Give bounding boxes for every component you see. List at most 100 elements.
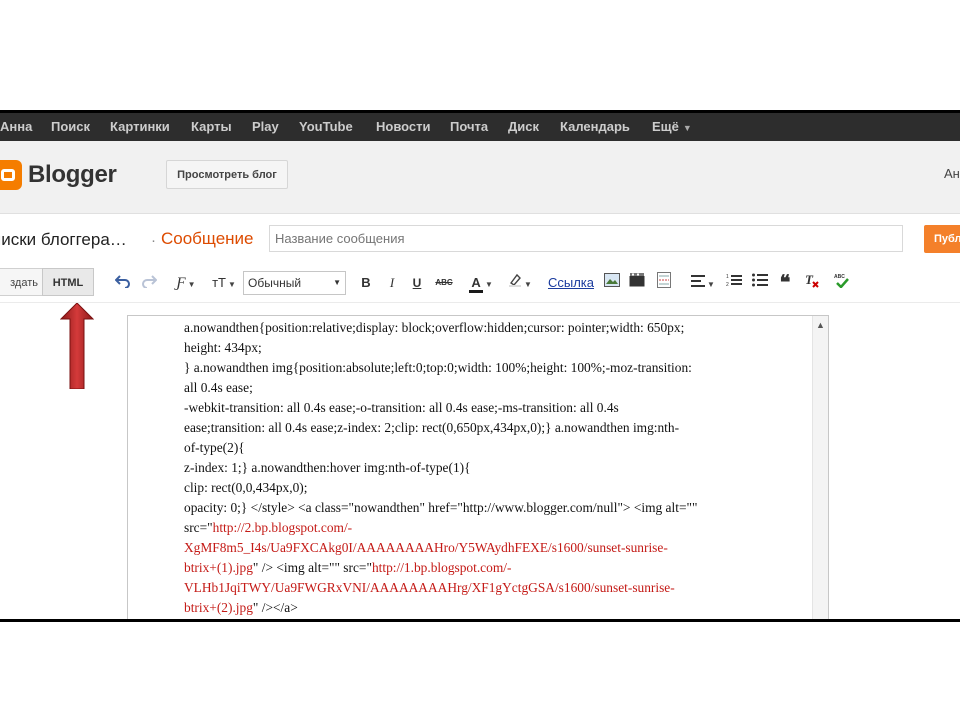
redo-icon[interactable] (140, 272, 158, 294)
svg-text:2: 2 (726, 282, 729, 287)
highlight-color-icon[interactable]: ▼ (504, 272, 536, 294)
code-line: XgMF8m5_I4s/Ua9FXCAkg0I/AAAAAAAAHro/Y5WA… (184, 538, 754, 558)
blogger-logo-icon[interactable] (0, 160, 22, 190)
code-line: of-type(2){ (184, 438, 754, 458)
svg-text:T: T (805, 272, 814, 287)
bulleted-list-icon[interactable] (751, 272, 769, 294)
view-blog-button[interactable]: Просмотреть блог (166, 160, 288, 189)
gbar-user[interactable]: Анна (0, 113, 32, 141)
chevron-down-icon: ▼ (707, 280, 715, 289)
jump-break-icon[interactable] (655, 272, 673, 294)
font-size-icon[interactable]: тT ▼ (208, 272, 240, 294)
compose-mode-button[interactable]: здать (0, 268, 42, 296)
html-mode-button[interactable]: HTML (42, 268, 94, 296)
gbar-youtube[interactable]: YouTube (299, 113, 353, 141)
gbar-search[interactable]: Поиск (51, 113, 90, 141)
code-line: src="http://2.bp.blogspot.com/- (184, 518, 754, 538)
editor-toolbar: здать HTML Ƒ ▼ тT ▼ Обычный ▼ B I U ABC A ▼… (0, 264, 960, 303)
svg-text:ABC: ABC (834, 274, 845, 280)
insert-video-icon[interactable] (628, 272, 646, 294)
code-text: all 0.4s ease; (184, 380, 253, 395)
scroll-up-icon[interactable]: ▲ (816, 320, 825, 330)
gbar-mail[interactable]: Почта (450, 113, 488, 141)
code-text: clip: rect(0,0,434px,0); (184, 480, 308, 495)
blog-name[interactable]: писки блоггера… (0, 230, 127, 250)
code-line: btrix+(1).jpg" /> <img alt="" src="http:… (184, 558, 754, 578)
gbar-more[interactable]: Ещё ▼ (652, 113, 692, 141)
code-text: } a.nowandthen img{position:absolute;lef… (184, 360, 692, 375)
code-line: -webkit-transition: all 0.4s ease;-o-tra… (184, 398, 754, 418)
code-text: a.nowandthen{position:relative;display: … (184, 320, 685, 335)
gbar-maps[interactable]: Карты (191, 113, 232, 141)
gbar-drive[interactable]: Диск (508, 113, 539, 141)
text-color-swatch: A (469, 276, 484, 293)
red-up-arrow-icon (60, 303, 94, 389)
code-line: VLHb1JqiTWY/Ua9FWGRxVNI/AAAAAAAAHrg/XF1g… (184, 578, 754, 598)
numbered-list-icon[interactable]: 12 (725, 272, 743, 294)
code-text: height: 434px; (184, 340, 262, 355)
remove-formatting-icon[interactable]: T (802, 272, 822, 294)
code-url-text: btrix+(2).jpg (184, 600, 253, 615)
post-title-row: писки блоггера… · Сообщение Публ (0, 214, 960, 264)
strikethrough-icon[interactable]: ABC (434, 272, 454, 294)
paragraph-format-select[interactable]: Обычный ▼ (243, 271, 346, 295)
code-text: src=" (184, 520, 213, 535)
editor-scrollbar[interactable]: ▲ (812, 316, 828, 619)
code-text: of-type(2){ (184, 440, 245, 455)
gbar-news[interactable]: Новости (376, 113, 431, 141)
publish-button[interactable]: Публ (924, 225, 960, 253)
text-color-icon[interactable]: A ▼ (465, 272, 497, 294)
post-title-input[interactable] (269, 225, 903, 252)
gbar-images[interactable]: Картинки (110, 113, 170, 141)
quote-icon[interactable]: ❝ (776, 272, 794, 294)
svg-text:1: 1 (726, 274, 729, 280)
code-line: } a.nowandthen img{position:absolute;lef… (184, 358, 754, 378)
code-text: opacity: 0;} </style> <a class="nowandth… (184, 500, 698, 515)
code-text: z-index: 1;} a.nowandthen:hover img:nth-… (184, 460, 471, 475)
gbar-calendar[interactable]: Календарь (560, 113, 630, 141)
link-label: Ссылка (547, 275, 595, 290)
screenshot-frame: Анна Поиск Картинки Карты Play YouTube Н… (0, 110, 960, 622)
undo-icon[interactable] (114, 272, 132, 294)
code-url-text: VLHb1JqiTWY/Ua9FWGRxVNI/AAAAAAAAHrg/XF1g… (184, 580, 675, 595)
italic-icon[interactable]: I (384, 272, 400, 294)
code-text: -webkit-transition: all 0.4s ease;-o-tra… (184, 400, 619, 415)
breadcrumb-separator: · (151, 232, 156, 249)
html-code-content: a.nowandthen{position:relative;display: … (184, 318, 754, 618)
google-bar: Анна Поиск Картинки Карты Play YouTube Н… (0, 113, 960, 141)
chevron-down-icon: ▼ (187, 280, 196, 289)
code-url-text: btrix+(1).jpg (184, 560, 253, 575)
code-line: z-index: 1;} a.nowandthen:hover img:nth-… (184, 458, 754, 478)
code-line: ease;transition: all 0.4s ease;z-index: … (184, 418, 754, 438)
blogger-logo-text[interactable]: Blogger (28, 161, 117, 189)
user-name[interactable]: Ан (944, 166, 960, 181)
html-editor-textarea[interactable]: a.nowandthen{position:relative;display: … (127, 315, 829, 619)
gbar-play[interactable]: Play (252, 113, 279, 141)
code-line: all 0.4s ease; (184, 378, 754, 398)
chevron-down-icon: ▼ (682, 123, 692, 133)
code-line: clip: rect(0,0,434px,0); (184, 478, 754, 498)
code-url-text: http://2.bp.blogspot.com/- (212, 520, 353, 535)
code-line: height: 434px; (184, 338, 754, 358)
bold-icon[interactable]: B (358, 272, 374, 294)
underline-icon[interactable]: U (409, 272, 425, 294)
font-family-icon[interactable]: Ƒ ▼ (171, 272, 201, 294)
code-text: ease;transition: all 0.4s ease;z-index: … (184, 420, 680, 435)
chevron-down-icon: ▼ (524, 280, 532, 289)
code-url-text: XgMF8m5_I4s/Ua9FXCAkg0I/AAAAAAAAHro/Y5WA… (184, 540, 668, 555)
code-url-text: http://1.bp.blogspot.com/- (371, 560, 512, 575)
gbar-more-label: Ещё (652, 119, 679, 134)
code-line: btrix+(2).jpg" /></a> (184, 598, 754, 618)
paragraph-format-value: Обычный (248, 276, 302, 290)
post-label: Сообщение (161, 229, 254, 248)
code-text: " /></a> (252, 600, 298, 615)
code-line: a.nowandthen{position:relative;display: … (184, 318, 754, 338)
spellcheck-icon[interactable]: ABC (833, 272, 851, 294)
link-button[interactable]: Ссылка (547, 272, 595, 294)
align-icon[interactable]: ▼ (688, 272, 718, 294)
insert-image-icon[interactable] (603, 272, 621, 294)
chevron-down-icon: ▼ (227, 280, 236, 289)
chevron-down-icon: ▼ (485, 280, 493, 289)
code-line: opacity: 0;} </style> <a class="nowandth… (184, 498, 754, 518)
chevron-down-icon: ▼ (333, 278, 341, 287)
